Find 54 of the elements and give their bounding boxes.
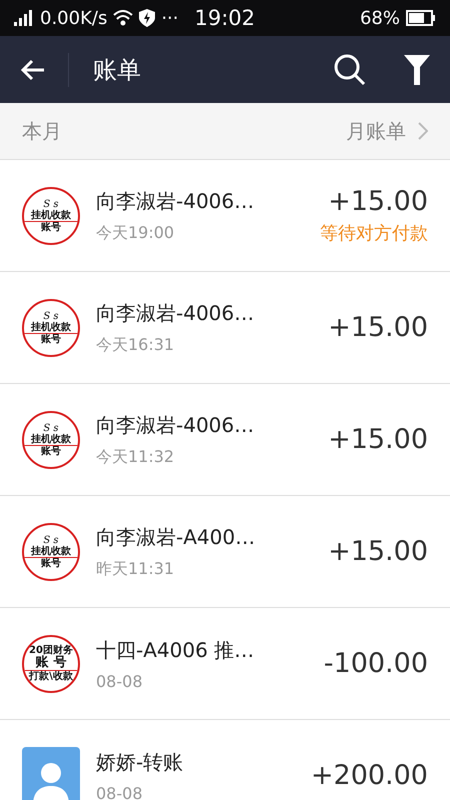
bill-row[interactable]: S s 挂机收款 账号 向李淑岩-4006… 今天16:31 +15.00 (0, 272, 450, 384)
more-dots: ··· (161, 8, 178, 28)
bill-title: 向李淑岩-4006… (96, 412, 256, 438)
bill-title: 十四-A4006 推… (96, 636, 256, 664)
logo-text: 账号 (24, 220, 78, 232)
shield-icon (139, 9, 156, 27)
logo-text: S s (43, 198, 59, 210)
bill-time: 昨天11:31 (96, 558, 176, 580)
bill-time: 今天16:31 (96, 334, 176, 356)
bill-row[interactable]: 娇娇-转账 08-08 +200.00 (0, 720, 450, 800)
logo-text: 挂机收款 (31, 546, 71, 556)
clock: 19:02 (194, 6, 256, 30)
wifi-icon (113, 10, 134, 26)
back-button[interactable] (20, 58, 46, 80)
bill-time: 08-08 (96, 672, 144, 690)
bill-amount: +15.00 (328, 424, 428, 455)
network-speed: 0.00K/s (40, 8, 108, 28)
logo-text: 打款\收款 (24, 670, 78, 682)
bill-amount: +15.00 (328, 536, 428, 567)
battery-icon (406, 10, 436, 26)
bill-time: 今天19:00 (96, 222, 176, 244)
battery-percent: 68% (360, 8, 400, 28)
signal-icon (14, 10, 34, 26)
logo-text: 挂机收款 (31, 210, 71, 220)
logo-text: 账 号 (36, 656, 66, 670)
bill-row[interactable]: S s 挂机收款 账号 向李淑岩-4006… 今天11:32 +15.00 (0, 384, 450, 496)
filter-button[interactable] (404, 54, 430, 84)
bill-amount: +15.00 (328, 186, 428, 217)
logo-text: 账号 (24, 332, 78, 344)
bill-title: 向李淑岩-A400… (96, 524, 256, 550)
bill-row[interactable]: 20团财务 账 号 打款\收款 十四-A4006 推… 08-08 -100.00 (0, 608, 450, 720)
bill-status: 等待对方付款 (320, 222, 428, 245)
logo-text: S s (43, 310, 59, 322)
page-title: 账单 (93, 54, 141, 86)
logo-text: 挂机收款 (31, 434, 71, 444)
bill-row[interactable]: S s 挂机收款 账号 向李淑岩-A400… 昨天11:31 +15.00 (0, 496, 450, 608)
bill-amount: +15.00 (328, 312, 428, 343)
bill-title: 向李淑岩-4006… (96, 300, 256, 326)
chevron-icon (418, 122, 428, 140)
bill-amount: +200.00 (310, 760, 428, 791)
month-label: 本月 (22, 118, 62, 144)
search-button[interactable] (334, 54, 366, 86)
logo-text: 账号 (24, 444, 78, 456)
bill-time: 08-08 (96, 784, 144, 800)
logo-text: 账号 (24, 556, 78, 568)
logo-text: 20团财务 (29, 644, 73, 656)
logo-text: S s (43, 422, 59, 434)
bill-row[interactable]: S s 挂机收款 账号 向李淑岩-4006… 今天19:00 +15.00 等待对方付款 (0, 160, 450, 272)
bill-time: 今天11:32 (96, 446, 176, 468)
bill-title: 向李淑岩-4006… (96, 188, 256, 214)
logo-text: S s (43, 534, 59, 546)
logo-text: 挂机收款 (31, 322, 71, 332)
bill-amount: -100.00 (324, 648, 428, 679)
bill-title: 娇娇-转账 (96, 748, 184, 776)
